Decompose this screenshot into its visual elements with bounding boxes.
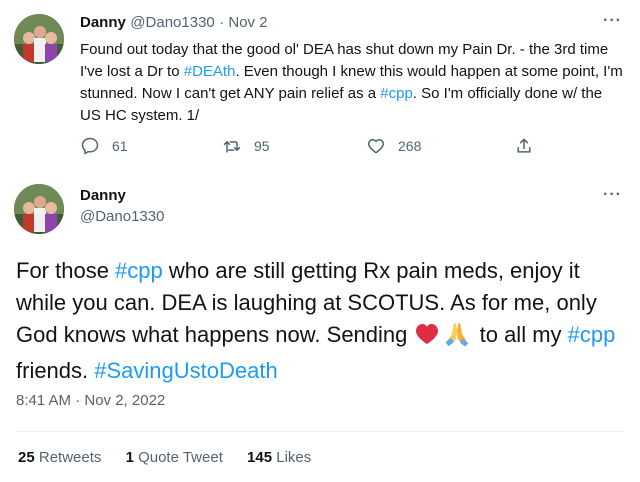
avatar[interactable] bbox=[14, 184, 64, 234]
share-button[interactable] bbox=[514, 136, 534, 156]
avatar-photo bbox=[14, 14, 64, 64]
hashtag-link[interactable]: #cpp bbox=[568, 322, 616, 347]
engagement-stats: 25 Retweets 1 Quote Tweet 145 Likes bbox=[18, 449, 311, 466]
quote-tweets-stat[interactable]: 1 Quote Tweet bbox=[126, 449, 223, 466]
avatar[interactable] bbox=[14, 14, 64, 64]
retweet-button[interactable]: 95 bbox=[222, 136, 270, 156]
tweet-actions: 61 95 268 bbox=[80, 136, 620, 158]
handle[interactable]: @Dano1330 bbox=[130, 14, 214, 31]
like-button[interactable]: 268 bbox=[366, 136, 421, 156]
reply-count: 61 bbox=[112, 138, 128, 154]
hashtag-link[interactable]: #DEAth bbox=[184, 63, 236, 80]
handle[interactable]: @Dano1330 bbox=[80, 208, 164, 225]
tweet-date[interactable]: · Nov 2 bbox=[219, 14, 267, 31]
folded-hands-icon bbox=[444, 320, 470, 355]
tweet-header: Danny @Dano1330 · Nov 2 bbox=[80, 14, 268, 32]
retweets-stat[interactable]: 25 Retweets bbox=[18, 449, 101, 466]
likes-stat[interactable]: 145 Likes bbox=[247, 449, 311, 466]
red-heart-icon bbox=[414, 322, 440, 355]
reply-button[interactable]: 61 bbox=[80, 136, 128, 156]
retweet-count: 95 bbox=[254, 138, 270, 154]
divider bbox=[16, 431, 624, 432]
display-name[interactable]: Danny bbox=[80, 14, 126, 31]
display-name[interactable]: Danny bbox=[80, 187, 126, 204]
like-count: 268 bbox=[398, 138, 422, 154]
retweet-icon bbox=[223, 141, 241, 153]
more-options-icon[interactable]: ··· bbox=[603, 186, 622, 204]
hashtag-link[interactable]: #SavingUstoDeath bbox=[94, 358, 277, 383]
more-options-icon[interactable]: ··· bbox=[603, 12, 622, 30]
hashtag-link[interactable]: #cpp bbox=[115, 258, 163, 283]
share-icon bbox=[517, 138, 531, 153]
heart-icon bbox=[367, 139, 385, 154]
hashtag-link[interactable]: #cpp bbox=[380, 85, 413, 102]
reply-icon bbox=[81, 137, 99, 155]
tweet-timestamp[interactable]: 8:41 AM · Nov 2, 2022 bbox=[16, 392, 165, 409]
avatar-photo bbox=[14, 184, 64, 234]
tweet-text: Found out today that the good ol' DEA ha… bbox=[80, 41, 623, 124]
tweet-text: For those #cpp who are still getting Rx … bbox=[16, 258, 616, 383]
